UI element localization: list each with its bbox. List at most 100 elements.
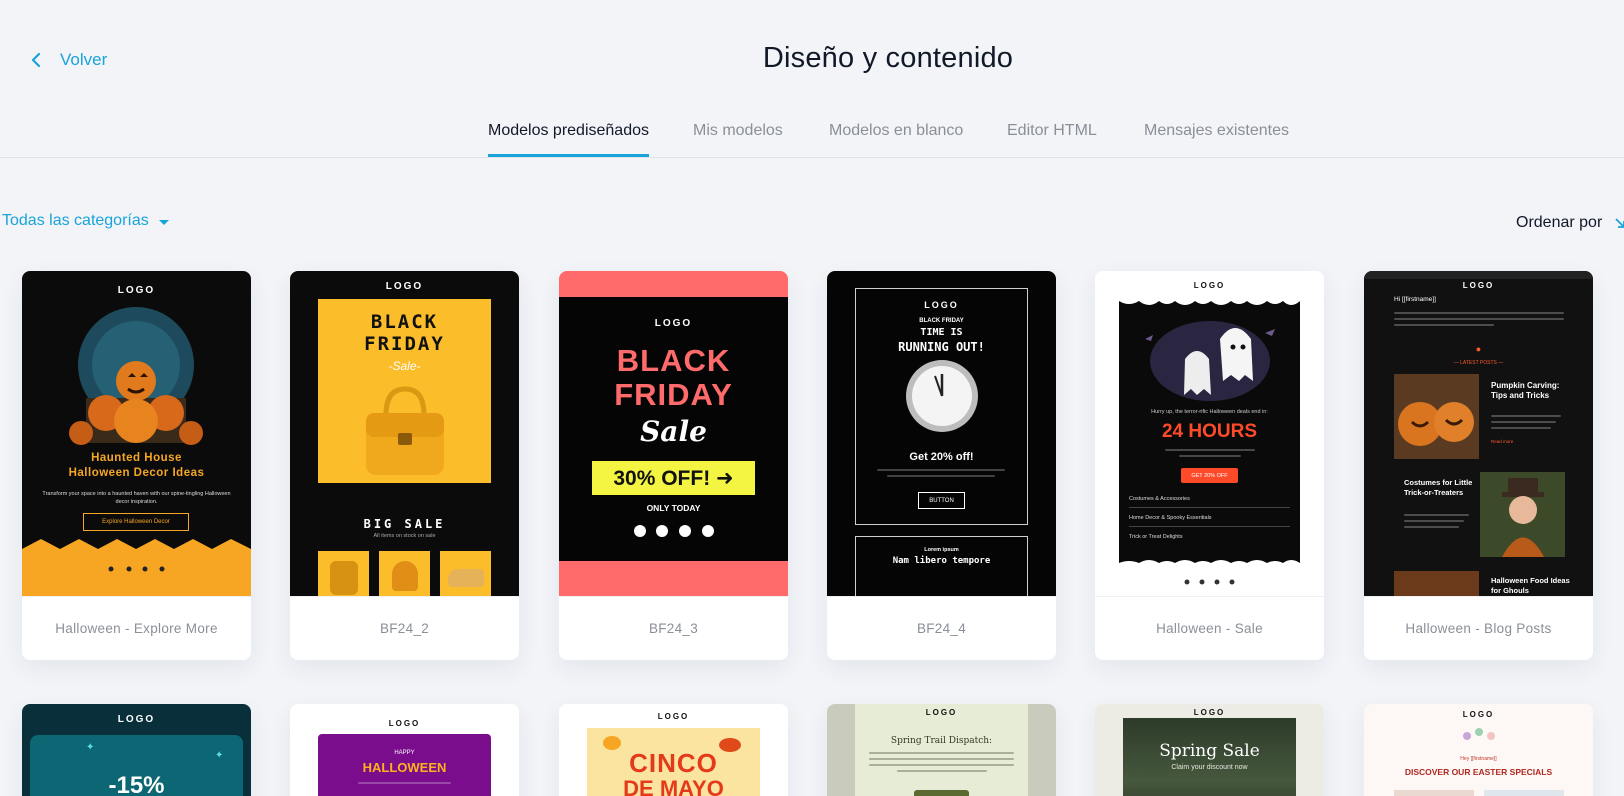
tab-existing-messages[interactable]: Mensajes existentes [1144, 122, 1289, 154]
preview-headline: BLACK [370, 311, 439, 333]
template-card[interactable]: LOGO Haunted House Halloween Decor Ideas… [22, 271, 251, 660]
template-card[interactable]: LOGO Spring Sale Claim your discount now [1095, 704, 1324, 796]
template-thumbnail: LOGO Haunted House Halloween Decor Ideas… [22, 271, 251, 596]
preview-logo: LOGO [1193, 281, 1226, 290]
preview-greeting: Hi [[firstname]] [1394, 296, 1436, 303]
preview-headline: Spring Trail Dispatch: [890, 736, 993, 746]
preview-headline: TIME IS [920, 327, 963, 338]
template-name: BF24_2 [290, 596, 519, 660]
template-name: Halloween - Explore More [22, 596, 251, 660]
page-title-text: Diseño y contenido [762, 42, 1014, 74]
preview-headline: Haunted House [91, 452, 182, 464]
preview-read-more: Read more [1491, 439, 1514, 444]
template-card[interactable]: LOGO Hey [[firstname]] DISCOVER OUR EAST… [1364, 704, 1593, 796]
preview-cta: Explore Halloween Decor [83, 513, 189, 531]
preview-intro: Hurry up, the terror-rific Halloween dea… [1151, 409, 1268, 415]
preview-list-item: Home Decor & Spooky Essentials [1129, 515, 1212, 521]
ghost-image [1145, 321, 1275, 401]
preview-subline: Claim your discount now [1171, 764, 1248, 771]
category-dropdown[interactable]: Todas las categorías [2, 212, 169, 230]
child-costume-photo [1480, 472, 1565, 557]
preview-logo: LOGO [388, 719, 421, 728]
sort-dropdown[interactable]: Ordenar por [1516, 214, 1624, 232]
sort-label: Ordenar por [1516, 214, 1603, 231]
preview-logo: LOGO [117, 285, 156, 296]
preview-logo: LOGO [925, 708, 958, 717]
handbag-image [366, 386, 444, 475]
template-thumbnail: LOGO BLACK FRIDAY TIME IS RUNNING OUT! G… [827, 271, 1056, 596]
template-thumbnail: LOGO Spring Sale Claim your discount now [1095, 704, 1324, 796]
preview-body: Transform your space into a haunted have… [42, 491, 231, 505]
preview-logo: LOGO [924, 300, 959, 310]
tab-predesigned-templates[interactable]: Modelos prediseñados [488, 122, 649, 157]
preview-kicker: BLACK FRIDAY [919, 318, 964, 324]
tab-html-editor[interactable]: Editor HTML [1007, 122, 1097, 154]
preview-section: BIG SALE [363, 517, 446, 531]
drip-border-image [1119, 560, 1300, 569]
tab-blank-templates[interactable]: Modelos en blanco [829, 122, 963, 154]
social-icons [1184, 579, 1235, 585]
preview-logo: LOGO [657, 712, 690, 721]
easter-flowers-image [1463, 728, 1495, 740]
template-thumbnail: LOGO Hey [[firstname]] DISCOVER OUR EAST… [1364, 704, 1593, 796]
template-name: BF24_3 [559, 596, 788, 660]
preview-headline: BLACK [616, 343, 731, 378]
tab-my-templates[interactable]: Mis modelos [693, 122, 783, 154]
page-title: Diseño y contenido [0, 42, 1624, 75]
preview-logo: LOGO [654, 318, 693, 329]
preview-headline: DE MAYO [623, 776, 724, 796]
template-card[interactable]: LOGO -15% ✦ ✦ [22, 704, 251, 796]
preview-headline: FRIDAY [614, 377, 733, 412]
template-name: Halloween - Blog Posts [1364, 596, 1593, 660]
zigzag-footer-image [22, 539, 251, 596]
preview-logo: LOGO [1193, 708, 1226, 717]
template-thumbnail: LOGO Hi [[firstname]] ● — LATEST POSTS —… [1364, 271, 1593, 596]
preview-button: BUTTON [918, 492, 965, 509]
drip-border-image [1119, 297, 1300, 305]
pumpkin-pile-image [69, 307, 203, 445]
preview-logo: LOGO [117, 714, 156, 725]
template-thumbnail: LOGO Spring Trail Dispatch: [827, 704, 1056, 796]
preview-logo: LOGO [1462, 710, 1495, 719]
preview-list-item: Costumes & Accessories [1129, 496, 1190, 502]
preview-headline: CINCO [629, 748, 718, 778]
pumpkin-photo [1394, 374, 1479, 459]
preview-cta: GET 20% OFF [1181, 468, 1238, 483]
template-card[interactable]: LOGO BLACK FRIDAY Sale 30% OFF! ➜ ONLY T… [559, 271, 788, 660]
preview-kicker: Hey [[firstname]] [1460, 756, 1497, 762]
template-card[interactable]: LOGO Spring Trail Dispatch: [827, 704, 1056, 796]
template-card[interactable]: LOGO CINCO DE MAYO [559, 704, 788, 796]
preview-script: Sale [640, 415, 707, 448]
template-card[interactable]: LOGO Hi [[firstname]] ● — LATEST POSTS —… [1364, 271, 1593, 660]
template-thumbnail: LOGO CINCO DE MAYO [559, 704, 788, 796]
template-card[interactable]: LOGO Hurry up, the terror-rific Hallowee… [1095, 271, 1324, 660]
sort-arrow-icon [1615, 218, 1624, 228]
template-thumbnail: LOGO HAPPY HALLOWEEN [290, 704, 519, 796]
preview-subline: -Sale- [388, 359, 421, 373]
preview-headline: Nam libero tempore [892, 556, 991, 566]
social-icons [634, 525, 714, 537]
preview-note: ONLY TODAY [646, 503, 701, 513]
template-thumbnail: LOGO Hurry up, the terror-rific Hallowee… [1095, 271, 1324, 596]
preview-post-title: Pumpkin Carving: Tips and Tricks [1491, 381, 1560, 400]
preview-logo: LOGO [385, 281, 424, 292]
template-name: BF24_4 [827, 596, 1056, 660]
preview-kicker-2: Lorem ipsum [924, 547, 959, 553]
category-label: Todas las categorías [2, 212, 149, 229]
clock-image [906, 360, 978, 432]
preview-offer: Get 20% off! [909, 451, 974, 463]
template-card[interactable]: LOGO BLACK FRIDAY -Sale- BIG SALE All it… [290, 271, 519, 660]
preview-headline: RUNNING OUT! [898, 340, 985, 354]
preview-post-title: Halloween Food Ideas for Ghouls [1491, 576, 1570, 595]
preview-countdown: 24 HOURS [1161, 421, 1258, 442]
template-card[interactable]: LOGO HAPPY HALLOWEEN [290, 704, 519, 796]
preview-offer: 30% OFF! ➜ [592, 461, 755, 495]
template-card[interactable]: LOGO BLACK FRIDAY TIME IS RUNNING OUT! G… [827, 271, 1056, 660]
sparkle-icon: ✦ [86, 742, 95, 753]
preview-headline: Spring Sale [1159, 741, 1260, 761]
caret-down-icon [158, 219, 169, 225]
preview-section: — LATEST POSTS — [1453, 360, 1504, 366]
preview-headline: HALLOWEEN [362, 760, 447, 775]
tab-bar: Modelos prediseñados Mis modelos Modelos… [0, 110, 1624, 158]
preview-logo: LOGO [1462, 281, 1495, 290]
